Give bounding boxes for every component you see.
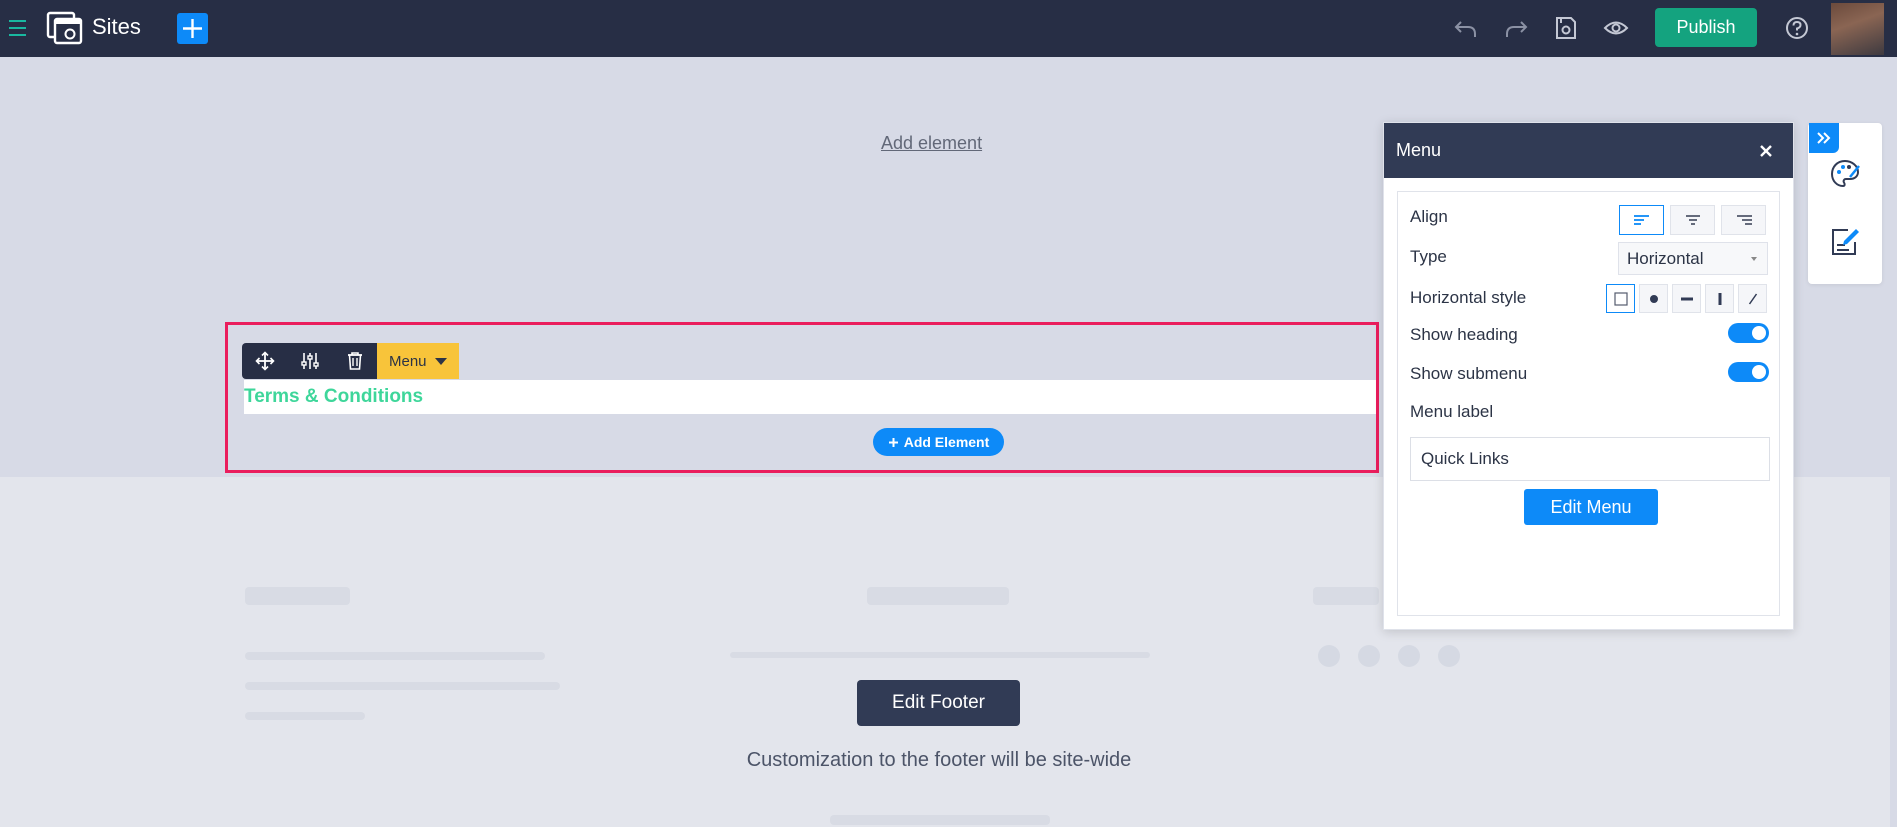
square-outline-icon — [1613, 291, 1628, 306]
horizontal-style-label: Horizontal style — [1410, 288, 1527, 307]
plus-icon — [183, 19, 202, 38]
hamburger-icon[interactable] — [6, 16, 28, 40]
style-none-button[interactable] — [1606, 284, 1635, 313]
style-dot-button[interactable] — [1639, 284, 1668, 313]
app-title: Sites — [92, 14, 141, 39]
footer-ghost-heading — [1313, 587, 1379, 605]
element-type-dropdown[interactable]: Menu — [377, 343, 459, 379]
top-bar: Sites Publish — [0, 0, 1897, 57]
add-element-link[interactable]: Add element — [881, 133, 982, 154]
edit-footer-button[interactable]: Edit Footer — [857, 680, 1020, 726]
footer-ghost-text — [245, 652, 545, 660]
align-options — [1619, 205, 1766, 235]
menu-item-terms[interactable]: Terms & Conditions — [244, 386, 423, 408]
show-submenu-toggle[interactable] — [1728, 362, 1769, 382]
footer-ghost-heading — [245, 587, 350, 605]
show-submenu-label: Show submenu — [1410, 364, 1528, 383]
align-center-button[interactable] — [1670, 205, 1715, 235]
caret-down-icon — [434, 357, 447, 365]
element-toolbar: Menu — [242, 343, 459, 379]
footer-ghost-links — [730, 652, 1150, 658]
align-left-icon — [1633, 215, 1649, 225]
settings-sliders-icon — [300, 353, 319, 369]
align-center-icon — [1685, 215, 1700, 225]
save-icon[interactable] — [1552, 14, 1580, 42]
footer-ghost-heading — [867, 587, 1009, 605]
menu-properties-panel: Menu Align Type Horizontal Horizontal st… — [1383, 122, 1794, 630]
type-label: Type — [1410, 247, 1447, 266]
slash-icon — [1748, 293, 1757, 304]
move-icon — [254, 351, 275, 371]
edit-note-icon[interactable] — [1828, 225, 1862, 259]
double-chevron-right-icon — [1817, 132, 1831, 144]
horizontal-style-options — [1606, 284, 1767, 313]
align-left-button[interactable] — [1619, 205, 1664, 235]
footer-ghost-text — [245, 712, 365, 720]
footer-note: Customization to the footer will be site… — [746, 749, 1132, 771]
add-element-label: Add Element — [903, 434, 990, 450]
type-select-value: Horizontal — [1627, 249, 1704, 268]
footer-ghost-social — [1318, 645, 1340, 667]
edit-menu-button[interactable]: Edit Menu — [1524, 489, 1658, 525]
publish-button[interactable]: Publish — [1655, 8, 1757, 47]
pipe-icon — [1718, 292, 1721, 305]
align-right-button[interactable] — [1721, 205, 1766, 235]
show-heading-label: Show heading — [1410, 325, 1518, 344]
settings-button[interactable] — [287, 343, 332, 379]
preview-eye-icon[interactable] — [1602, 14, 1630, 42]
help-icon[interactable] — [1783, 14, 1811, 42]
style-dash-button[interactable] — [1672, 284, 1701, 313]
footer-ghost-social — [1358, 645, 1380, 667]
align-right-icon — [1736, 215, 1752, 225]
redo-icon[interactable] — [1502, 14, 1530, 42]
style-slash-button[interactable] — [1738, 284, 1767, 313]
close-icon[interactable] — [1757, 142, 1775, 160]
sites-logo-icon[interactable] — [46, 10, 84, 46]
type-select[interactable]: Horizontal — [1618, 242, 1768, 275]
show-heading-toggle[interactable] — [1728, 323, 1769, 343]
align-label: Align — [1410, 207, 1448, 226]
caret-down-icon — [1751, 257, 1757, 261]
panel-body: Align Type Horizontal Horizontal style S… — [1397, 191, 1780, 616]
trash-icon — [347, 352, 362, 370]
element-type-label: Menu — [389, 352, 427, 370]
footer-ghost-social — [1438, 645, 1460, 667]
add-element-button[interactable]: Add Element — [873, 428, 1004, 456]
dash-icon — [1680, 297, 1693, 300]
user-avatar[interactable] — [1831, 3, 1884, 55]
panel-title: Menu — [1396, 140, 1442, 160]
plus-icon — [888, 437, 898, 447]
move-button[interactable] — [242, 343, 287, 379]
style-pipe-button[interactable] — [1705, 284, 1734, 313]
palette-icon[interactable] — [1828, 157, 1862, 191]
footer-ghost-text — [245, 682, 560, 690]
panel-header: Menu — [1384, 123, 1793, 178]
menu-label-input[interactable] — [1410, 437, 1770, 481]
menu-label-label: Menu label — [1410, 402, 1494, 421]
collapse-panel-button[interactable] — [1809, 123, 1839, 153]
delete-button[interactable] — [332, 343, 377, 379]
footer-ghost-copyright — [830, 815, 1050, 825]
undo-icon[interactable] — [1452, 14, 1480, 42]
add-page-button[interactable] — [177, 13, 208, 44]
dot-icon — [1649, 294, 1658, 303]
footer-ghost-social — [1398, 645, 1420, 667]
